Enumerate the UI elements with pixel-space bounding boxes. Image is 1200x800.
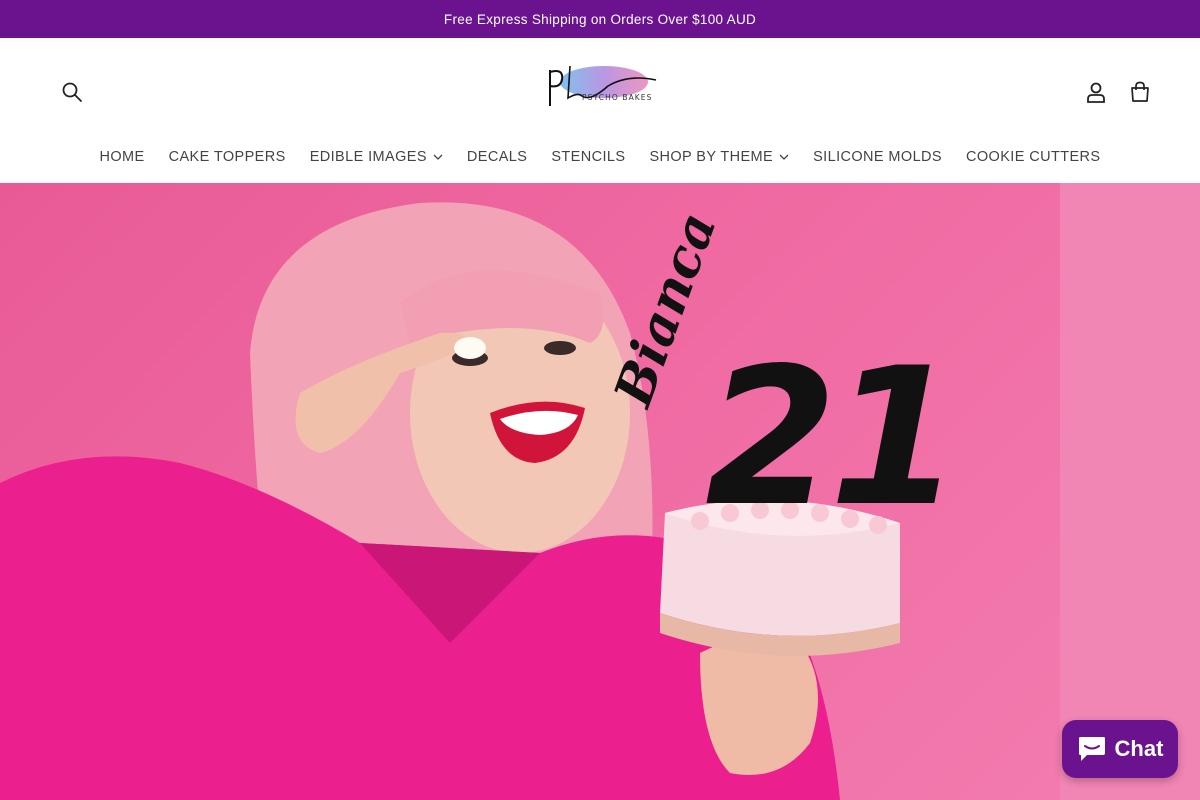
nav-label: SILICONE MOLDS [813,149,942,165]
site-logo[interactable]: PSYCHO BAKES [538,62,666,114]
cart-button[interactable] [1120,72,1160,112]
shopping-bag-icon [1131,81,1149,102]
hero-image [0,202,900,800]
nav-decals[interactable]: DECALS [455,145,539,169]
nav-shop-by-theme[interactable]: SHOP BY THEME [637,145,801,169]
chat-button[interactable]: Chat [1062,720,1178,778]
nav-home[interactable]: HOME [87,145,156,169]
nav-label: STENCILS [551,149,626,165]
search-icon [62,82,82,102]
site-header: PSYCHO BAKES HOME CAKE TOPPERS EDIBLE IM… [0,38,1200,183]
account-button[interactable] [1076,72,1116,112]
chevron-down-icon [779,154,789,160]
nav-label: DECALS [466,149,528,165]
chevron-down-icon [433,154,443,160]
search-button[interactable] [52,72,92,112]
nav-label: HOME [99,149,145,165]
nav-silicone-molds[interactable]: SILICONE MOLDS [801,145,954,169]
user-icon [1087,82,1105,103]
nav-cookie-cutters[interactable]: COOKIE CUTTERS [954,145,1113,169]
nav-label: SHOP BY THEME [649,149,774,165]
nav-label: CAKE TOPPERS [168,149,286,165]
logo-text: PSYCHO BAKES [582,93,653,102]
nav-label: COOKIE CUTTERS [966,149,1101,165]
nav-stencils[interactable]: STENCILS [539,145,637,169]
chat-bubble-icon [1078,737,1105,761]
chat-label: Chat [1114,736,1164,761]
nav-edible-images[interactable]: EDIBLE IMAGES [298,145,455,169]
announcement-text: Free Express Shipping on Orders Over $10… [443,11,757,27]
cake-topper-number: 21 [705,327,961,548]
main-nav: HOME CAKE TOPPERS EDIBLE IMAGES DECALS S… [0,145,1200,169]
announcement-bar: Free Express Shipping on Orders Over $10… [0,0,1200,38]
nav-label: EDIBLE IMAGES [309,149,427,165]
hero-banner[interactable]: Bianca 21 [0,183,1200,800]
nav-cake-toppers[interactable]: CAKE TOPPERS [157,145,298,169]
